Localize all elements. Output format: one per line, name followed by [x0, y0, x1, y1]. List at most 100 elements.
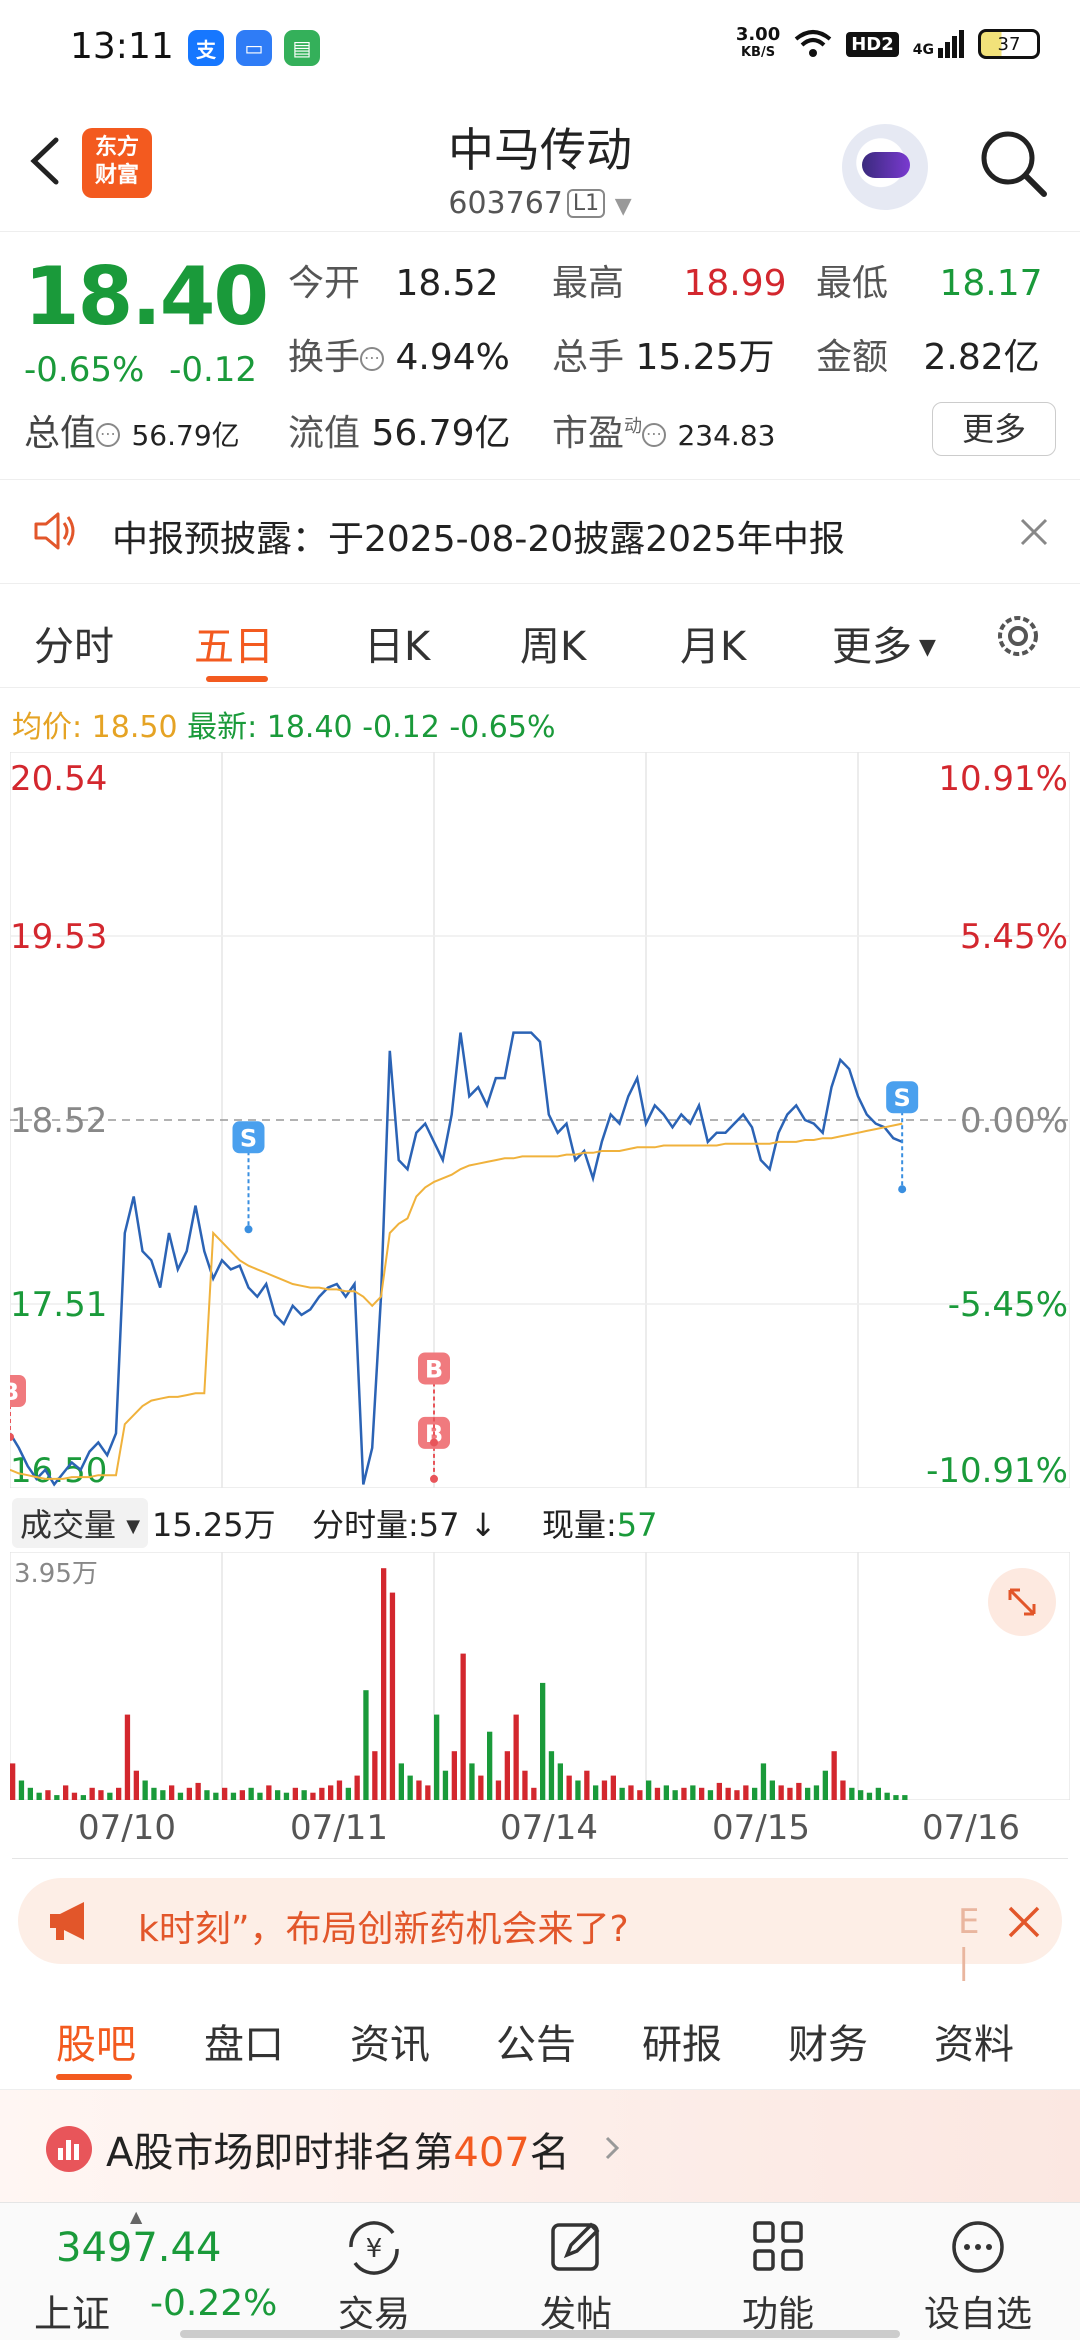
volume-indicator-select[interactable]: 成交量 ▼: [12, 1498, 149, 1548]
volume-bar: [893, 1795, 899, 1800]
volume-bar: [672, 1790, 678, 1800]
volume-bar: [752, 1787, 758, 1800]
close-icon[interactable]: [1004, 1902, 1044, 1942]
info-icon[interactable]: ⋯: [360, 347, 385, 371]
info-icon[interactable]: ⋯: [642, 423, 667, 447]
market-rank-banner[interactable]: A股市场即时排名第407名: [0, 2090, 1080, 2202]
tab-order-book[interactable]: 盘口: [204, 2012, 284, 2070]
volume-bar: [283, 1792, 290, 1800]
search-icon[interactable]: [974, 124, 1054, 204]
date-label: 07/15: [712, 1808, 810, 1848]
volume-bar: [531, 1787, 537, 1800]
status-bar: 13:11 支 ▭ ▤ 3.00 KB/S HD2 4G 37: [0, 0, 1080, 96]
volume-bar: [787, 1787, 793, 1800]
volume-bar: [195, 1782, 201, 1800]
alipay-icon: 支: [188, 30, 224, 66]
y-axis-pct-label: -10.91%: [926, 1451, 1068, 1488]
tab-weekly-k[interactable]: 周K: [520, 614, 586, 672]
trade-marker-label: B: [425, 1355, 443, 1383]
volume-bar: [628, 1785, 634, 1800]
price-change: -0.65% -0.12: [24, 350, 258, 390]
index-name: 上证: [34, 2292, 111, 2336]
ai-assistant-robot-icon[interactable]: [842, 124, 928, 210]
nav-trade[interactable]: ¥ 交易: [314, 2217, 434, 2337]
status-time: 13:11: [70, 26, 174, 67]
five-day-price-chart[interactable]: 20.54 19.53 18.52 17.51 16.50 10.91% 5.45% 0.00…: [10, 752, 1070, 1488]
index-value: 3497.44: [56, 2225, 222, 2271]
current-volume: 现量:57: [542, 1506, 658, 1544]
volume-bar: [875, 1787, 881, 1800]
quote-row-pe: 市盈动 ⋯ 234.83: [552, 413, 776, 454]
notice-text: 中报预披露：于2025-08-20披露2025年中报: [112, 519, 845, 560]
edit-icon: [551, 2222, 600, 2271]
volume-bar: [451, 1751, 457, 1800]
tab-monthly-k[interactable]: 月K: [680, 614, 746, 672]
tab-profile[interactable]: 资料: [934, 2012, 1014, 2070]
volume-bar: [593, 1785, 599, 1800]
chart-summary: 均价: 18.50 最新: 18.40 -0.12 -0.65%: [12, 710, 556, 745]
quote-row-volume: 总手 15.25万: [552, 337, 775, 378]
quote-row-amount: 金额 2.82亿: [816, 337, 1040, 378]
caret-down-icon: ▼: [614, 194, 632, 219]
close-icon[interactable]: [1016, 514, 1052, 550]
quote-row-open: 今开 18.52: [288, 263, 499, 304]
more-dots-icon: [952, 2221, 1004, 2273]
volume-bar: [681, 1787, 687, 1800]
volume-bar: [822, 1770, 828, 1800]
volume-bar: [495, 1780, 502, 1800]
tab-five-day[interactable]: 五日: [194, 614, 274, 672]
tab-research[interactable]: 研报: [642, 2012, 722, 2070]
info-tabs: 股吧 盘口 资讯 公告 研报 财务 资料: [0, 1986, 1080, 2090]
minute-volume: 分时量:57 ↓: [312, 1506, 497, 1544]
volume-bar: [80, 1795, 86, 1800]
net-speed: 3.00 KB/S: [735, 24, 781, 61]
megaphone-icon: [50, 1902, 84, 1940]
tab-financials[interactable]: 财务: [788, 2012, 868, 2070]
volume-bar: [734, 1790, 740, 1800]
quote-row-high: 最高 18.99: [552, 263, 787, 304]
nav-functions[interactable]: 功能: [718, 2217, 838, 2337]
trade-marker-dot: [430, 1474, 438, 1483]
notice-bar[interactable]: 中报预披露：于2025-08-20披露2025年中报: [0, 480, 1080, 584]
volume-bar: [18, 1780, 25, 1800]
volume-bar: [425, 1785, 431, 1800]
trade-marker-label: B: [10, 1378, 19, 1406]
volume-bar: [557, 1763, 563, 1800]
status-app-icons: 支 ▭ ▤: [188, 30, 320, 66]
tab-daily-k[interactable]: 日K: [364, 614, 430, 672]
speaker-icon: [34, 512, 75, 550]
active-tab-indicator: [206, 676, 268, 682]
tab-more[interactable]: 更多 ▼: [832, 614, 936, 672]
expand-chart-button[interactable]: [988, 1568, 1056, 1636]
volume-bar: [336, 1780, 343, 1800]
volume-header: 成交量 ▼ 15.25万 分时量:57 ↓ 现量:57: [0, 1496, 1080, 1548]
tab-intraday[interactable]: 分时: [34, 614, 114, 672]
nav-add-watchlist[interactable]: 设自选: [918, 2217, 1038, 2337]
nav-post[interactable]: 发帖: [516, 2217, 636, 2337]
tab-news[interactable]: 资讯: [350, 2012, 430, 2070]
volume-bar: [725, 1787, 731, 1800]
volume-bar: [416, 1780, 422, 1800]
volume-bar: [204, 1790, 210, 1800]
more-button[interactable]: 更多: [932, 402, 1056, 456]
expand-icon: [1008, 1588, 1036, 1616]
volume-chart[interactable]: 3.95万: [10, 1552, 1070, 1800]
tab-announcements[interactable]: 公告: [496, 2012, 576, 2070]
volume-bar: [619, 1787, 625, 1800]
tab-guba[interactable]: 股吧: [56, 2012, 136, 2070]
y-axis-label: 19.53: [10, 917, 107, 957]
gear-icon[interactable]: [990, 608, 1046, 664]
volume-bar: [354, 1775, 360, 1800]
stock-code: 603767: [448, 186, 563, 221]
volume-bar: [133, 1770, 139, 1800]
promo-banner[interactable]: k时刻”，布局创新药机会来了? E |: [18, 1878, 1062, 1982]
volume-bar: [63, 1785, 69, 1800]
files-icon: ▭: [236, 30, 272, 66]
volume-bar: [769, 1780, 775, 1800]
volume-bar: [363, 1690, 369, 1800]
price-line: [10, 1031, 903, 1487]
volume-max-label: 3.95万: [14, 1559, 98, 1589]
volume-bar: [328, 1785, 334, 1800]
date-label: 07/16: [922, 1808, 1020, 1848]
info-icon[interactable]: ⋯: [96, 423, 121, 447]
